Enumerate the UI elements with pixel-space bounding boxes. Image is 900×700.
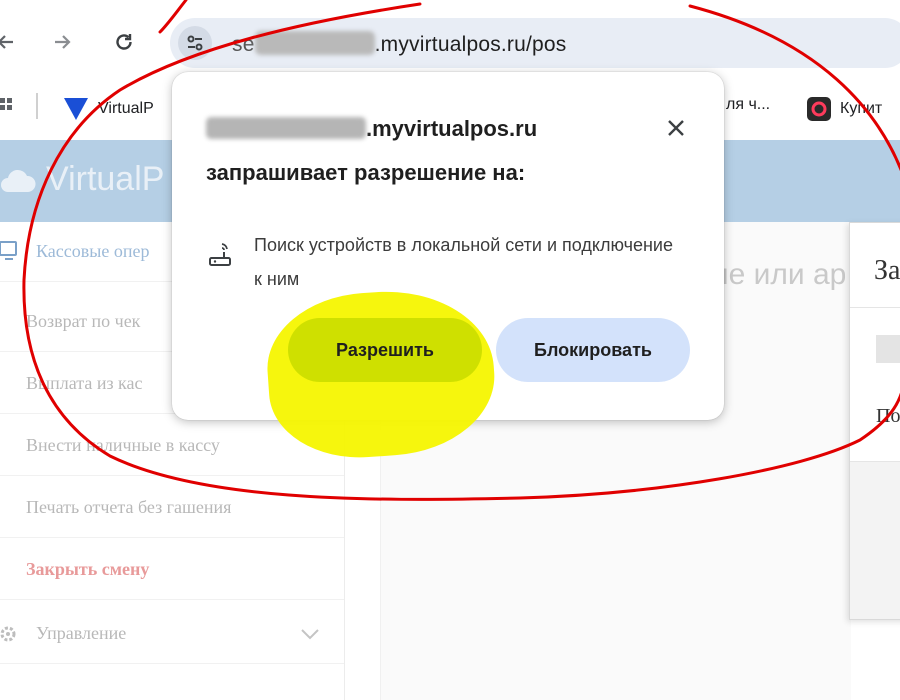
- url-text: se .myvirtualpos.ru/pos: [232, 31, 567, 57]
- close-button[interactable]: [658, 110, 694, 146]
- search-placeholder-fragment: не или ар: [712, 258, 847, 291]
- forward-button[interactable]: [46, 26, 78, 58]
- side-dialog-field[interactable]: [876, 335, 900, 363]
- side-dialog-text: По: [876, 405, 900, 427]
- redacted-subdomain: [206, 117, 366, 139]
- bookmark-kupit[interactable]: Купит: [806, 96, 882, 122]
- redacted-subdomain: [254, 31, 375, 55]
- bookmark-label: Купит: [840, 100, 883, 117]
- address-bar[interactable]: se .myvirtualpos.ru/pos: [170, 18, 900, 68]
- allow-button[interactable]: Разрешить: [288, 318, 482, 382]
- sidebar-item-close-shift[interactable]: Закрыть смену: [0, 540, 344, 600]
- sidebar-item-label: Выплата из кас: [26, 373, 143, 393]
- sidebar-item-label: Закрыть смену: [26, 559, 150, 579]
- sidebar-group-management[interactable]: Управление: [0, 604, 344, 664]
- reload-icon: [116, 34, 132, 50]
- sidebar-item-x-report[interactable]: Печать отчета без гашения: [0, 478, 344, 538]
- bookmark-item[interactable]: ля ч...: [726, 96, 770, 114]
- side-dialog-title: За: [874, 255, 900, 286]
- gear-icon: [0, 626, 16, 642]
- popup-title: запрашивает разрешение на:: [206, 160, 526, 185]
- bookmark-label: VirtualP: [98, 100, 154, 117]
- virtualpos-bookmark-icon: [64, 98, 88, 120]
- back-button[interactable]: [0, 26, 22, 58]
- shop-bookmark-icon: [807, 97, 831, 121]
- side-dialog-divider: [850, 307, 900, 308]
- sidebar-item-label: Возврат по чек: [26, 311, 141, 331]
- app-logo: VirtualP: [0, 160, 164, 199]
- popup-origin: .myvirtualpos.ru: [206, 116, 537, 142]
- router-icon: [209, 243, 231, 266]
- chevron-down-icon: [301, 629, 319, 640]
- sidebar-section-label: Кассовые опер: [36, 241, 150, 261]
- tune-icon: [187, 35, 203, 51]
- close-icon: [668, 120, 684, 136]
- sidebar-item-label: Печать отчета без гашения: [26, 497, 232, 517]
- apps-grid-icon[interactable]: [0, 96, 14, 116]
- permission-description: Поиск устройств в локальной сети и подкл…: [254, 235, 673, 289]
- bookmarks-separator: [36, 93, 38, 119]
- back-arrow-icon: [0, 35, 13, 49]
- side-dialog: За По: [849, 222, 900, 620]
- url-domain: .myvirtualpos.ru/pos: [374, 33, 567, 56]
- bookmark-virtualpos[interactable]: VirtualP: [62, 96, 154, 122]
- bookmark-label: ля ч...: [726, 96, 771, 113]
- url-prefix: se: [232, 33, 255, 56]
- popup-origin-domain: .myvirtualpos.ru: [366, 116, 538, 141]
- app-logo-text: VirtualP: [46, 160, 165, 198]
- site-settings-button[interactable]: [178, 26, 212, 60]
- sidebar-group-label: Управление: [36, 623, 127, 643]
- sidebar-item-label: Внести наличные в кассу: [26, 435, 220, 455]
- reload-button[interactable]: [108, 26, 140, 58]
- monitor-icon: [0, 241, 17, 260]
- forward-arrow-icon: [55, 35, 71, 49]
- cloud-icon: [1, 169, 36, 192]
- block-button[interactable]: Блокировать: [496, 318, 690, 382]
- side-dialog-footer: [850, 462, 900, 619]
